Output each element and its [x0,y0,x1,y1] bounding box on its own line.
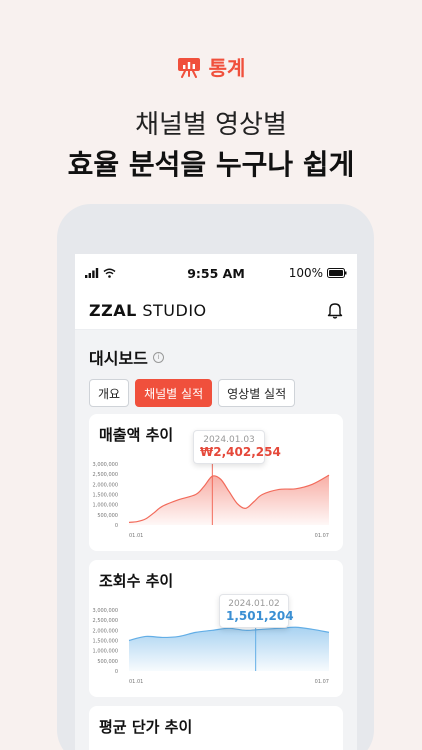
promo-badge: 통계 [0,52,422,81]
promo-badge-label: 통계 [208,56,246,80]
series-area [129,627,329,671]
battery-icon [327,268,347,278]
logo-bold: ZZAL [89,301,137,320]
y-tick-label: 1,500,000 [93,493,118,499]
y-tick-label: 1,000,000 [93,503,118,509]
y-tick-label: 0 [115,523,118,529]
tab-channel-performance[interactable]: 채널별 실적 [135,379,213,407]
revenue-trend-card: 매출액 추이 3,000,000 2,500,000 2,000,000 1,500,… [89,414,343,551]
y-tick-label: 500,000 [97,513,118,519]
x-tick-label: 01.07 [315,533,329,539]
tab-bar: 개요 채널별 실적 영상별 실적 [75,369,357,407]
revenue-tooltip-value: ₩2,402,254 [200,445,281,459]
tab-video-performance[interactable]: 영상별 실적 [218,379,296,407]
revenue-tooltip: 2024.01.03 ₩2,402,254 [193,430,281,464]
avg-price-trend-title: 평균 단가 추이 [99,718,193,736]
y-tick-label: 3,000,000 [93,462,118,468]
y-tick-label: 1,500,000 [93,639,118,645]
y-tick-label: 2,000,000 [93,628,118,634]
chart-board-icon [177,57,200,78]
wifi-icon [103,268,116,278]
tab-overview[interactable]: 개요 [89,379,130,407]
x-tick-label: 01.01 [129,533,143,539]
bell-icon[interactable] [327,302,343,319]
signal-icon [85,268,99,278]
y-tick-label: 0 [115,669,118,675]
promo-headline-line2: 효율 분석을 누구나 쉽게 [67,148,355,181]
battery-percent: 100% [288,266,323,280]
phone-screen: 9:55 AM 100% ZZAL STUDIO 대시보드 i 개요 채널별 실… [75,254,357,750]
logo-rest: STUDIO [142,301,207,320]
x-tick-label: 01.01 [129,679,143,685]
views-trend-chart[interactable]: 3,000,000 2,500,000 2,000,000 1,500,000 1,00… [89,560,343,697]
y-tick-label: 2,500,000 [93,618,118,624]
y-tick-label: 2,500,000 [93,472,118,478]
revenue-tooltip-date: 2024.01.03 [203,435,255,445]
status-bar: 9:55 AM 100% [75,254,357,292]
avg-price-trend-card: 평균 단가 추이 [89,706,343,750]
y-tick-label: 3,000,000 [93,608,118,614]
y-tick-label: 2,000,000 [93,482,118,488]
y-tick-label: 1,000,000 [93,649,118,655]
app-logo[interactable]: ZZAL STUDIO [89,301,207,320]
views-tooltip-value: 1,501,204 [226,609,294,623]
x-tick-label: 01.07 [315,679,329,685]
y-tick-label: 500,000 [97,659,118,665]
promo-headline-line1: 채널별 영상별 [135,110,287,140]
app-header: ZZAL STUDIO [75,292,357,330]
page-title: 대시보드 [89,349,148,368]
series-area [129,475,329,525]
views-tooltip: 2024.01.02 1,501,204 [219,594,294,628]
status-time: 9:55 AM [187,265,245,281]
info-icon[interactable]: i [152,351,164,363]
views-trend-card: 조회수 추이 3,000,000 2,500,000 2,000,000 1,500,… [89,560,343,697]
views-tooltip-date: 2024.01.02 [228,599,280,609]
